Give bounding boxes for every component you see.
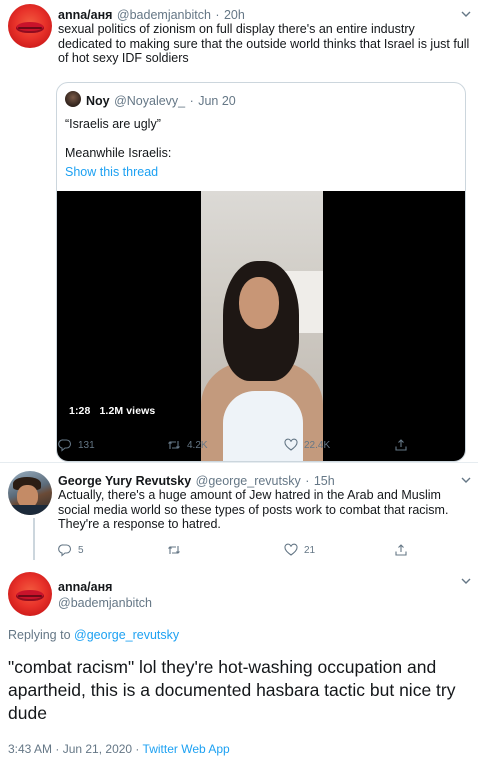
chevron-down-icon[interactable] [460, 474, 472, 486]
quoted-date: Jun 20 [198, 94, 236, 108]
avatar[interactable] [8, 471, 52, 515]
share-button[interactable] [394, 438, 408, 452]
author-name[interactable]: anna/аня [58, 580, 112, 594]
quoted-author-handle: @Noyalevy_ [114, 94, 186, 108]
share-icon [395, 439, 407, 451]
like-count: 22.4K [304, 439, 331, 451]
separator: · [305, 474, 310, 488]
reply-icon [58, 439, 72, 452]
retweet-icon [168, 441, 180, 449]
tweet-client-link[interactable]: Twitter Web App [143, 742, 230, 756]
replying-to: Replying to @george_revutsky [8, 628, 179, 642]
author-name[interactable]: anna/аня [58, 8, 112, 22]
video-thumbnail [201, 191, 323, 461]
reply-button[interactable]: 5 [58, 543, 84, 557]
author-handle[interactable]: @bademjanbitch [58, 596, 152, 610]
tweet-timestamp[interactable]: 3:43 AM · Jun 21, 2020 · [8, 742, 139, 756]
thread-line [33, 518, 35, 560]
reply-count: 5 [78, 544, 84, 556]
tweet-text: "combat racism" lol they're hot-washing … [8, 657, 456, 723]
author-name[interactable]: George Yury Revutsky [58, 474, 191, 488]
video-player[interactable]: 1:28 1.2M views [57, 191, 465, 461]
reply-count: 131 [78, 439, 95, 451]
author-handle[interactable]: @bademjanbitch [117, 8, 211, 22]
like-button[interactable]: 22.4K [284, 438, 330, 452]
avatar[interactable] [8, 4, 52, 48]
like-button[interactable]: 21 [284, 543, 315, 557]
heart-icon [284, 543, 298, 556]
avatar[interactable] [8, 572, 52, 616]
share-button[interactable] [394, 543, 408, 557]
share-icon [395, 544, 407, 556]
retweet-button[interactable]: 4.2K [167, 438, 208, 452]
separator: · [215, 8, 220, 22]
author-handle[interactable]: @george_revutsky [196, 474, 301, 488]
avatar [65, 91, 81, 107]
show-thread-link[interactable]: Show this thread [65, 165, 158, 180]
separator: · [189, 94, 194, 108]
chevron-down-icon[interactable] [460, 575, 472, 587]
tweet-time[interactable]: 15h [314, 474, 335, 488]
quoted-line-2: Meanwhile Israelis: [65, 146, 172, 160]
quoted-author-name: Noy [86, 94, 110, 108]
video-meta: 1:28 1.2M views [69, 405, 155, 417]
video-duration: 1:28 [69, 405, 91, 417]
tweet-meta: 3:43 AM · Jun 21, 2020 · Twitter Web App [8, 742, 230, 756]
replying-to-link[interactable]: @george_revutsky [74, 628, 179, 642]
reply-icon [58, 544, 72, 557]
tweet-time[interactable]: 20h [224, 8, 245, 22]
quoted-tweet[interactable]: Noy @Noyalevy_ · Jun 20 “Israelis are ug… [56, 82, 466, 462]
retweet-icon [168, 546, 180, 554]
chevron-down-icon[interactable] [460, 8, 472, 20]
replying-to-label: Replying to [8, 628, 71, 642]
like-count: 21 [304, 544, 316, 556]
retweet-count: 4.2K [187, 439, 208, 451]
divider [0, 462, 478, 463]
video-views: 1.2M views [99, 405, 156, 417]
retweet-button[interactable] [167, 543, 187, 557]
tweet-text: Actually, there's a huge amount of Jew h… [58, 488, 449, 531]
reply-button[interactable]: 131 [58, 438, 95, 452]
quoted-line-1: “Israelis are ugly” [65, 117, 161, 131]
heart-icon [284, 438, 298, 451]
tweet-text: sexual politics of zionism on full displ… [58, 22, 470, 65]
